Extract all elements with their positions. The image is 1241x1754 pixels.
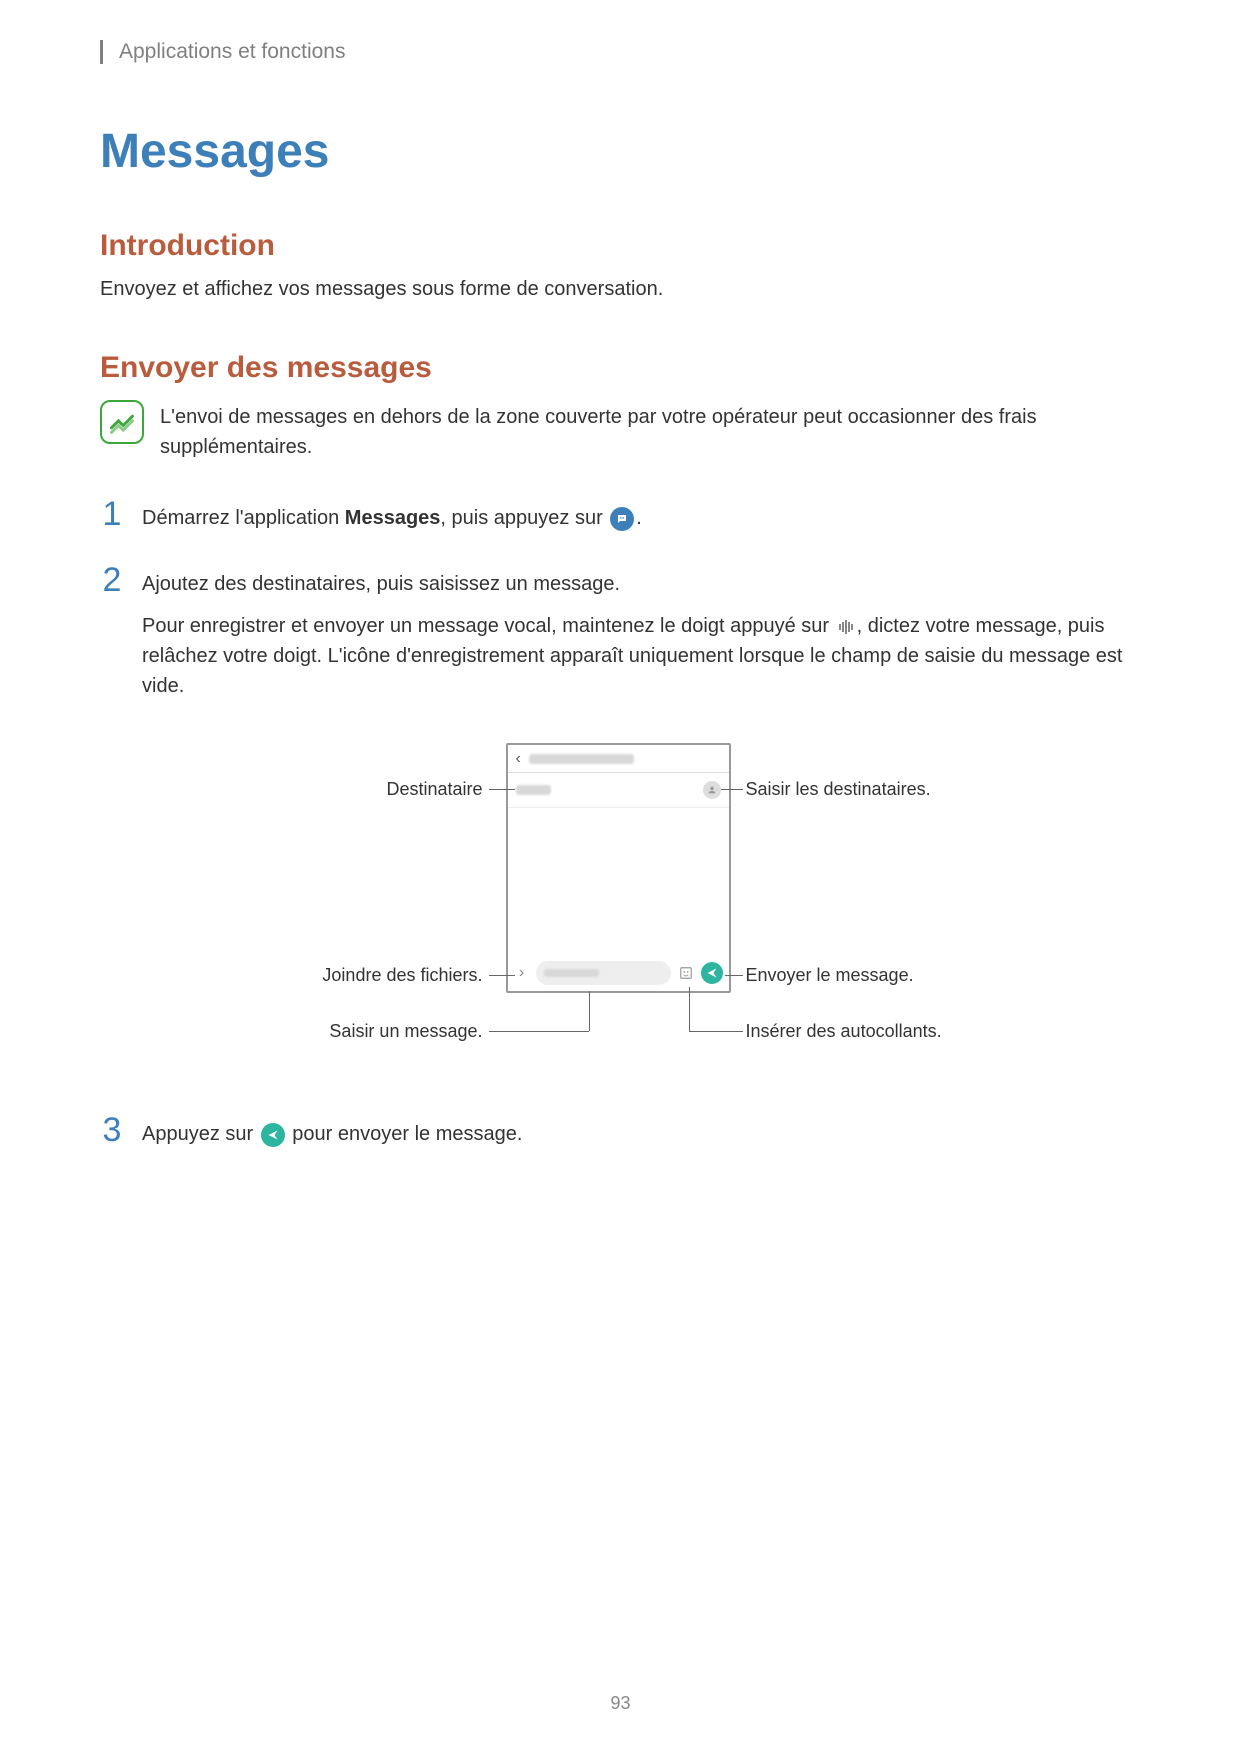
callout-attach: Joindre des fichiers.: [271, 965, 483, 986]
step-number-1: 1: [100, 497, 124, 531]
note-icon: [100, 400, 144, 444]
note-text: L'envoi de messages en dehors de la zone…: [160, 400, 1141, 462]
callout-recipient: Destinataire: [271, 779, 483, 800]
send-button-small: [701, 962, 723, 984]
callout-enter-msg: Saisir un message.: [271, 1021, 483, 1042]
ui-diagram: ‹ ›: [100, 743, 1141, 1063]
step-1-text: Démarrez l'application Messages, puis ap…: [142, 503, 1141, 533]
step-1: 1 Démarrez l'application Messages, puis …: [100, 497, 1141, 545]
step-2: 2 Ajoutez des destinataires, puis saisis…: [100, 563, 1141, 713]
step-number-2: 2: [100, 563, 124, 597]
phone-header: ‹: [508, 745, 729, 773]
step-2-line1: Ajoutez des destinataires, puis saisisse…: [142, 569, 1141, 599]
callout-send: Envoyer le message.: [746, 965, 914, 986]
intro-body: Envoyez et affichez vos messages sous fo…: [100, 278, 1141, 301]
breadcrumb-label: Applications et fonctions: [119, 40, 345, 63]
step-number-3: 3: [100, 1113, 124, 1147]
phone-footer: ›: [508, 955, 729, 991]
compose-icon: [610, 507, 634, 531]
callout-enter-recipients: Saisir les destinataires.: [746, 779, 931, 800]
attach-icon: ›: [514, 964, 530, 982]
step-2-line2: Pour enregistrer et envoyer un message v…: [142, 611, 1141, 701]
blurred-recipient-label: [516, 785, 551, 795]
blurred-input-placeholder: [544, 969, 599, 977]
info-note: L'envoi de messages en dehors de la zone…: [100, 400, 1141, 462]
record-icon: [837, 619, 855, 635]
back-icon: ‹: [516, 750, 521, 768]
callout-stickers: Insérer des autocollants.: [746, 1021, 942, 1042]
phone-mockup: ‹ ›: [506, 743, 731, 993]
send-icon: [261, 1123, 285, 1147]
sticker-icon: [677, 964, 695, 982]
message-input: [536, 961, 671, 985]
section-intro-heading: Introduction: [100, 229, 1141, 263]
breadcrumb: Applications et fonctions: [100, 40, 1141, 64]
blurred-header-title: [529, 754, 634, 764]
step-3-text: Appuyez sur pour envoyer le message.: [142, 1119, 1141, 1149]
section-send-heading: Envoyer des messages: [100, 351, 1141, 385]
add-recipient-icon: [703, 781, 721, 799]
step-3: 3 Appuyez sur pour envoyer le message.: [100, 1113, 1141, 1161]
page-number: 93: [0, 1693, 1241, 1714]
recipient-row: [508, 773, 729, 808]
page-title: Messages: [100, 124, 1141, 179]
